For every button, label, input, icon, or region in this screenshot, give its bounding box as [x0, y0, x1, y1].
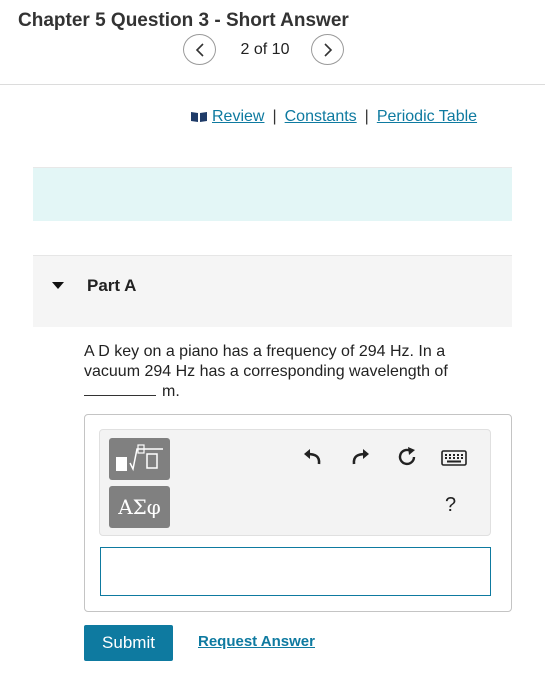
- symbols-button[interactable]: ΑΣφ: [109, 486, 170, 528]
- pager: 2 of 10: [0, 34, 545, 66]
- caret-down-icon[interactable]: [52, 282, 64, 290]
- page-title: Chapter 5 Question 3 - Short Answer: [18, 10, 349, 31]
- book-icon: [191, 112, 207, 122]
- undo-icon[interactable]: [301, 446, 323, 466]
- chevron-right-icon: [323, 42, 332, 57]
- question-unit: m.: [162, 383, 180, 400]
- help-button[interactable]: ?: [445, 494, 456, 517]
- templates-icon: [115, 444, 163, 472]
- answer-box: ΑΣφ ?: [84, 414, 512, 612]
- question-counter: 2 of 10: [240, 41, 290, 58]
- submit-button[interactable]: Submit: [84, 625, 173, 661]
- header: Chapter 5 Question 3 - Short Answer 2 of…: [0, 0, 545, 85]
- link-separator: |: [272, 108, 277, 125]
- review-link[interactable]: Review: [212, 108, 264, 126]
- previous-button[interactable]: [183, 34, 216, 65]
- next-button[interactable]: [311, 34, 344, 65]
- answer-blank: [84, 382, 156, 396]
- constants-link[interactable]: Constants: [285, 108, 357, 126]
- reset-icon[interactable]: [396, 446, 418, 468]
- link-separator: |: [364, 108, 369, 125]
- request-answer-link[interactable]: Request Answer: [198, 633, 315, 650]
- part-header[interactable]: Part A: [33, 255, 512, 327]
- question-prompt: A D key on a piano has a frequency of 29…: [84, 343, 448, 380]
- info-banner: [33, 167, 512, 221]
- keyboard-icon[interactable]: [441, 450, 467, 466]
- periodic-table-link[interactable]: Periodic Table: [377, 108, 477, 126]
- templates-button[interactable]: [109, 438, 170, 480]
- chevron-left-icon: [195, 42, 204, 57]
- answer-input[interactable]: [100, 547, 491, 596]
- resource-links: Review | Constants | Periodic Table: [190, 108, 477, 126]
- math-toolbar: ΑΣφ ?: [99, 429, 491, 536]
- part-title: Part A: [87, 276, 137, 295]
- question-text: A D key on a piano has a frequency of 29…: [84, 342, 484, 402]
- redo-icon[interactable]: [350, 446, 372, 466]
